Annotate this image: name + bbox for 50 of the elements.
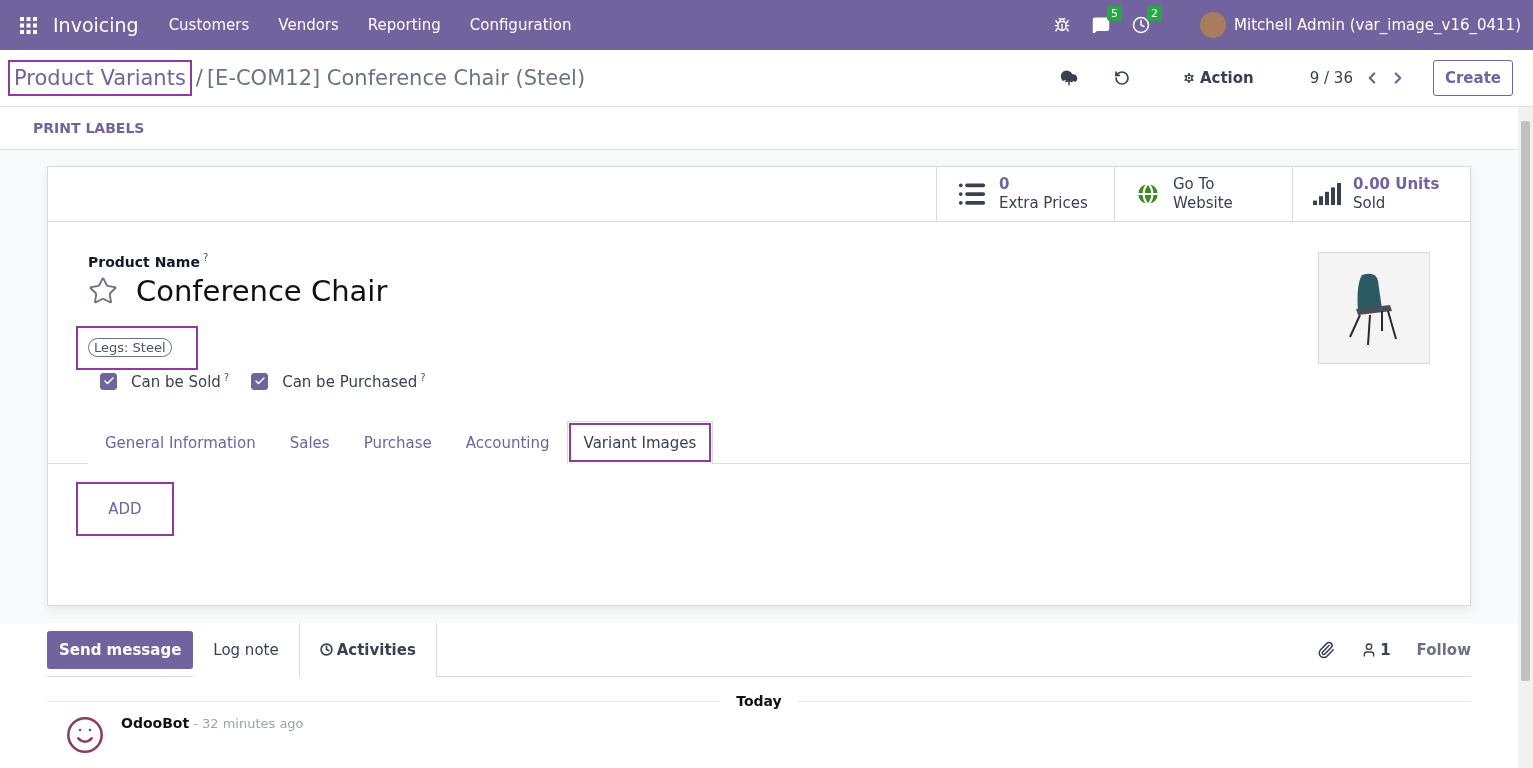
log-note-button[interactable]: Log note <box>193 622 300 677</box>
product-name[interactable]: Conference Chair <box>136 273 388 308</box>
print-labels-button[interactable]: PRINT LABELS <box>33 120 145 136</box>
user-name[interactable]: Mitchell Admin (var_image_v16_0411) <box>1234 16 1521 34</box>
message-count-badge: 5 <box>1107 6 1123 21</box>
clock-icon[interactable] <box>1132 16 1151 34</box>
checkbox[interactable] <box>251 372 269 390</box>
help-mark[interactable]: ? <box>202 252 209 263</box>
menu-item[interactable]: Reporting <box>367 16 441 34</box>
menu-item[interactable]: Configuration <box>469 16 572 34</box>
chat-icon[interactable] <box>1092 16 1111 34</box>
add-button[interactable]: ADD <box>76 481 174 536</box>
paperclip-icon[interactable] <box>1317 640 1336 659</box>
action-button[interactable]: Action <box>1175 68 1260 88</box>
checkbox[interactable] <box>100 372 117 390</box>
bug-icon[interactable] <box>1054 17 1071 33</box>
send-message-button[interactable]: Send message <box>47 630 194 669</box>
signal-bars-icon <box>1313 183 1341 205</box>
date-separator: Today <box>736 693 782 709</box>
menu-item[interactable]: Customers <box>168 16 250 34</box>
checkbox-label: Can be Purchased <box>282 372 418 391</box>
clock-icon <box>319 643 333 656</box>
message-author: OdooBot <box>121 715 190 731</box>
scrollbar[interactable] <box>1518 107 1533 768</box>
globe-icon <box>1135 181 1161 207</box>
field-label: Product Name <box>88 253 200 270</box>
breadcrumb-current: [E-COM12] Conference Chair (Steel) <box>206 66 586 90</box>
product-photo[interactable] <box>1318 252 1430 364</box>
menu-item[interactable]: Vendors <box>278 16 339 34</box>
follow-button[interactable]: Follow <box>1416 640 1471 659</box>
apps-grid-icon[interactable] <box>20 16 37 34</box>
form-tab[interactable]: Variant Images <box>566 420 714 464</box>
breadcrumb-link[interactable]: Product Variants <box>8 60 192 96</box>
activity-count-badge: 2 <box>1147 6 1163 21</box>
message-time: - 32 minutes ago <box>193 716 304 731</box>
smart-button[interactable]: 0.00 Units Sold <box>1292 167 1470 221</box>
create-button[interactable]: Create <box>1432 60 1513 96</box>
followers-button[interactable]: 1 <box>1361 640 1391 659</box>
gear-icon <box>1181 71 1196 85</box>
breadcrumb-separator: / <box>195 66 203 90</box>
smart-button[interactable]: Go To Website <box>1114 167 1292 221</box>
activities-button[interactable]: Activities <box>299 622 437 677</box>
bot-avatar-icon <box>65 715 105 755</box>
star-icon[interactable] <box>88 275 118 306</box>
checkbox-label: Can be Sold <box>131 372 221 391</box>
pager-value[interactable]: 9 / 36 <box>1309 69 1353 87</box>
app-name[interactable]: Invoicing <box>53 14 139 36</box>
smart-button[interactable]: 0 Extra Prices <box>936 167 1114 221</box>
help-mark[interactable]: ? <box>420 371 426 383</box>
help-mark[interactable]: ? <box>223 371 230 383</box>
